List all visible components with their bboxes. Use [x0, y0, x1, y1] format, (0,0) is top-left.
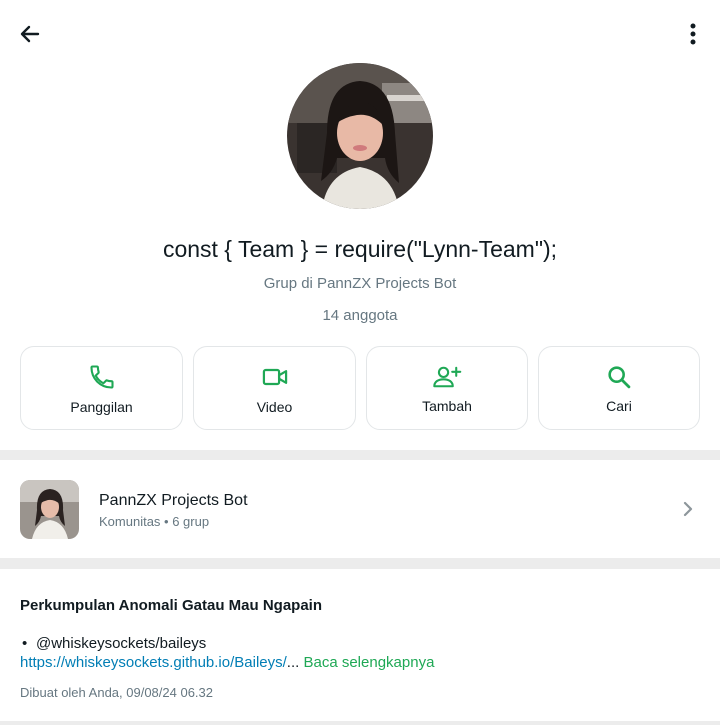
search-label: Cari	[606, 398, 632, 414]
group-name[interactable]: const { Team } = require("Lynn-Team");	[0, 236, 720, 263]
community-avatar	[20, 480, 79, 539]
back-button[interactable]	[14, 18, 46, 50]
add-member-label: Tambah	[422, 398, 472, 414]
community-meta: Komunitas • 6 grup	[99, 514, 210, 529]
video-label: Video	[256, 399, 293, 415]
group-avatar[interactable]	[287, 63, 433, 209]
community-row[interactable]: PannZX Projects Bot Komunitas • 6 grup	[0, 460, 720, 558]
search-button[interactable]: Cari	[538, 346, 700, 430]
arrow-left-icon	[20, 25, 40, 43]
created-by-text: Dibuat oleh Anda, 09/08/24 06.32	[20, 685, 213, 700]
call-button[interactable]: Panggilan	[20, 346, 183, 430]
community-name: PannZX Projects Bot	[99, 492, 248, 509]
more-options-button[interactable]	[678, 18, 708, 50]
description-link-line: https://whiskeysockets.github.io/Baileys…	[20, 654, 434, 671]
call-label: Panggilan	[70, 399, 133, 415]
more-vertical-icon	[690, 23, 696, 45]
video-icon	[262, 368, 287, 386]
description-title: Perkumpulan Anomali Gatau Mau Ngapain	[20, 597, 322, 614]
add-person-icon	[433, 366, 462, 388]
read-more-link[interactable]: Baca selengkapnya	[303, 654, 434, 671]
group-description-section: Perkumpulan Anomali Gatau Mau Ngapain @w…	[0, 569, 720, 721]
search-icon	[608, 366, 631, 389]
phone-icon	[89, 365, 114, 389]
description-ellipsis: ...	[286, 654, 300, 671]
video-button[interactable]: Video	[193, 346, 356, 430]
avatar-image	[287, 63, 433, 209]
description-bullet: @whiskeysockets/baileys	[22, 635, 206, 652]
chevron-right-icon	[683, 501, 693, 517]
group-community-subtitle[interactable]: Grup di PannZX Projects Bot	[0, 275, 720, 292]
group-info-header: const { Team } = require("Lynn-Team"); G…	[0, 0, 720, 450]
description-link[interactable]: https://whiskeysockets.github.io/Baileys…	[20, 654, 287, 671]
add-member-button[interactable]: Tambah	[366, 346, 528, 430]
member-count: 14 anggota	[322, 307, 398, 324]
